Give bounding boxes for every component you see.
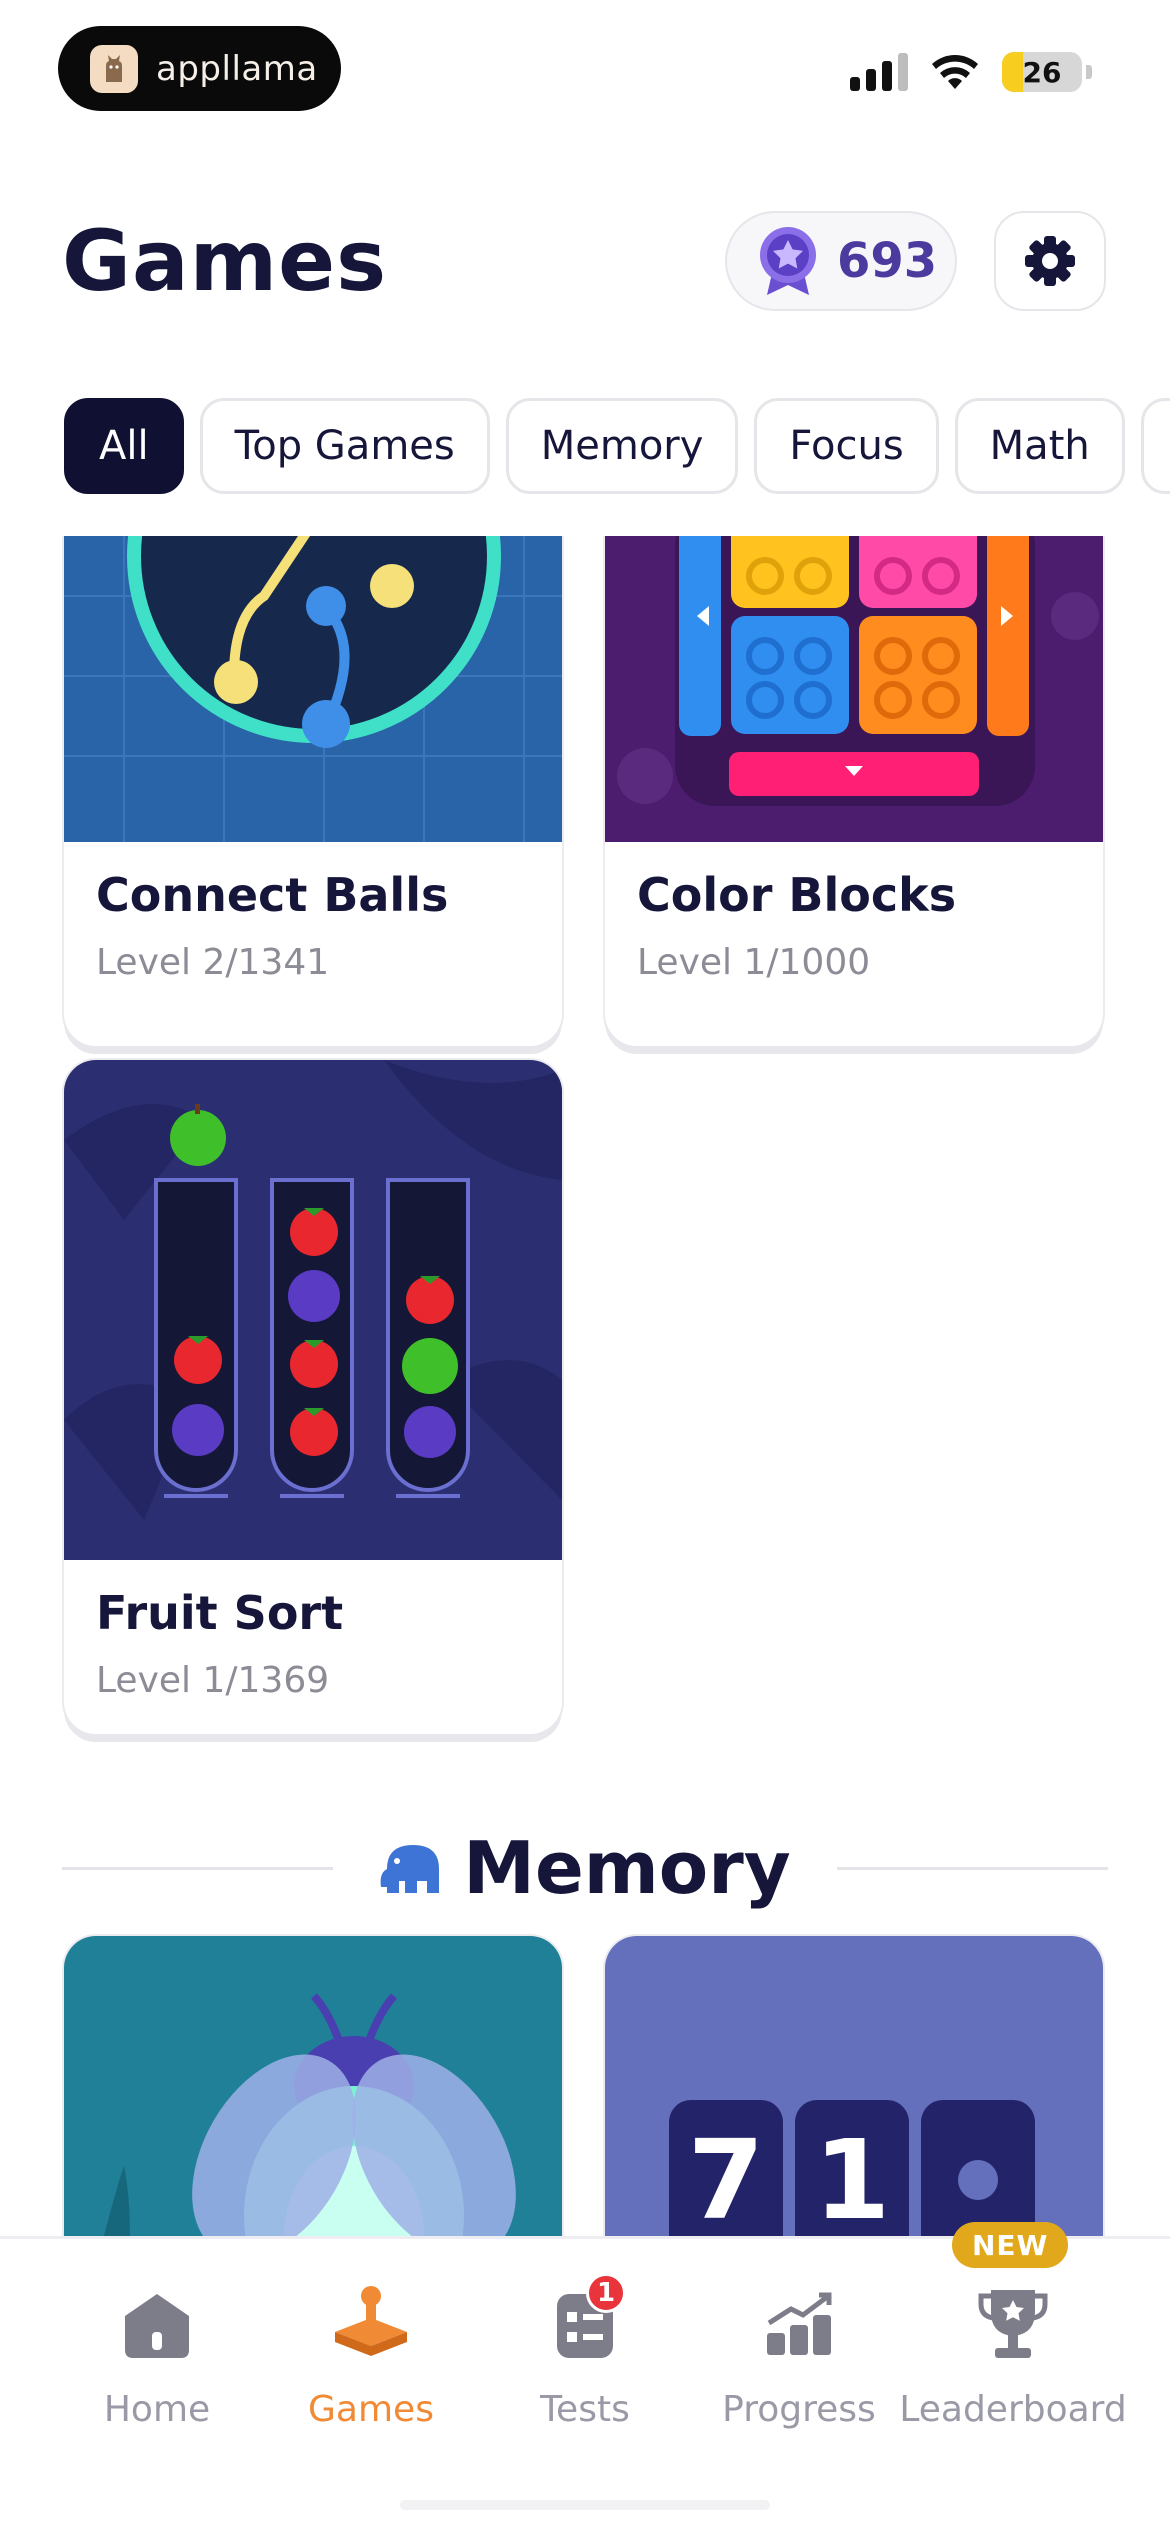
game-level: Level 2/1341: [96, 942, 330, 983]
filter-chips: All Top Games Memory Focus Math: [64, 398, 1170, 494]
status-indicators: 26: [850, 52, 1092, 92]
game-level: Level 1/1000: [637, 942, 871, 983]
elephant-icon: [380, 1845, 440, 1893]
battery-indicator: 26: [1002, 52, 1082, 92]
points-value: 693: [837, 233, 938, 289]
tab-tests[interactable]: 1 Tests: [478, 2273, 692, 2430]
filter-chip-all[interactable]: All: [64, 398, 184, 494]
tab-leaderboard[interactable]: Leaderboard: [899, 2279, 1127, 2430]
filter-chip-more[interactable]: [1140, 398, 1170, 494]
game-card-color-blocks[interactable]: Color Blocks Level 1/1000: [605, 536, 1103, 1046]
game-card-connect-balls[interactable]: Connect Balls Level 2/1341: [64, 536, 562, 1046]
game-name: Connect Balls: [96, 868, 449, 922]
filter-chip-math[interactable]: Math: [954, 398, 1125, 494]
trophy-icon: [978, 2290, 1048, 2358]
firefly-artwork: [64, 1936, 562, 2236]
wifi-icon: [932, 55, 978, 89]
page-title: Games: [62, 212, 388, 310]
color-blocks-artwork: [605, 536, 1103, 842]
battery-cap: [1086, 65, 1092, 79]
bottom-tab-bar: Home Games 1 Tests Progress Leaderboard: [0, 2236, 1170, 2532]
progress-icon: [767, 2292, 832, 2355]
number-memory-artwork: 7 1: [605, 1936, 1103, 2236]
star-medal-icon: [760, 227, 816, 295]
game-level: Level 1/1369: [96, 1660, 330, 1701]
tab-home[interactable]: Home: [50, 2279, 264, 2430]
game-card-fruit-sort[interactable]: Fruit Sort Level 1/1369: [64, 1060, 562, 1734]
tab-progress[interactable]: Progress: [692, 2279, 906, 2430]
new-tag-badge: NEW: [952, 2222, 1069, 2268]
section-header-memory: Memory: [62, 1818, 1109, 1918]
game-name: Color Blocks: [637, 868, 957, 922]
game-card-number-memory[interactable]: 7 1: [605, 1936, 1103, 2236]
home-indicator: [400, 2500, 770, 2510]
app-name: appllama: [156, 48, 318, 89]
fruit-sort-artwork: [64, 1060, 562, 1560]
llama-logo-icon: [90, 44, 138, 93]
filter-chip-memory[interactable]: Memory: [505, 398, 739, 494]
divider-line: [836, 1866, 1109, 1870]
home-icon: [125, 2294, 189, 2358]
tab-games[interactable]: Games: [264, 2279, 478, 2430]
filter-chip-focus[interactable]: Focus: [754, 398, 939, 494]
gear-icon: [1025, 236, 1075, 286]
section-title: Memory: [463, 1826, 791, 1910]
memory-digit: 1: [813, 2116, 891, 2236]
game-name: Fruit Sort: [96, 1586, 344, 1640]
divider-line: [62, 1866, 334, 1870]
tests-badge: 1: [586, 2273, 626, 2313]
memory-digit: 7: [687, 2116, 765, 2236]
connect-balls-artwork: [64, 536, 562, 842]
game-card-firefly[interactable]: [64, 1936, 562, 2236]
games-list[interactable]: Connect Balls Level 2/1341 Color Blocks …: [0, 536, 1170, 2236]
points-button[interactable]: 693: [725, 211, 957, 311]
app-switch-pill[interactable]: appllama: [58, 26, 341, 111]
games-icon: [335, 2286, 407, 2356]
settings-button[interactable]: [994, 211, 1106, 311]
cellular-signal-icon: [850, 53, 908, 91]
filter-chip-top-games[interactable]: Top Games: [199, 398, 490, 494]
